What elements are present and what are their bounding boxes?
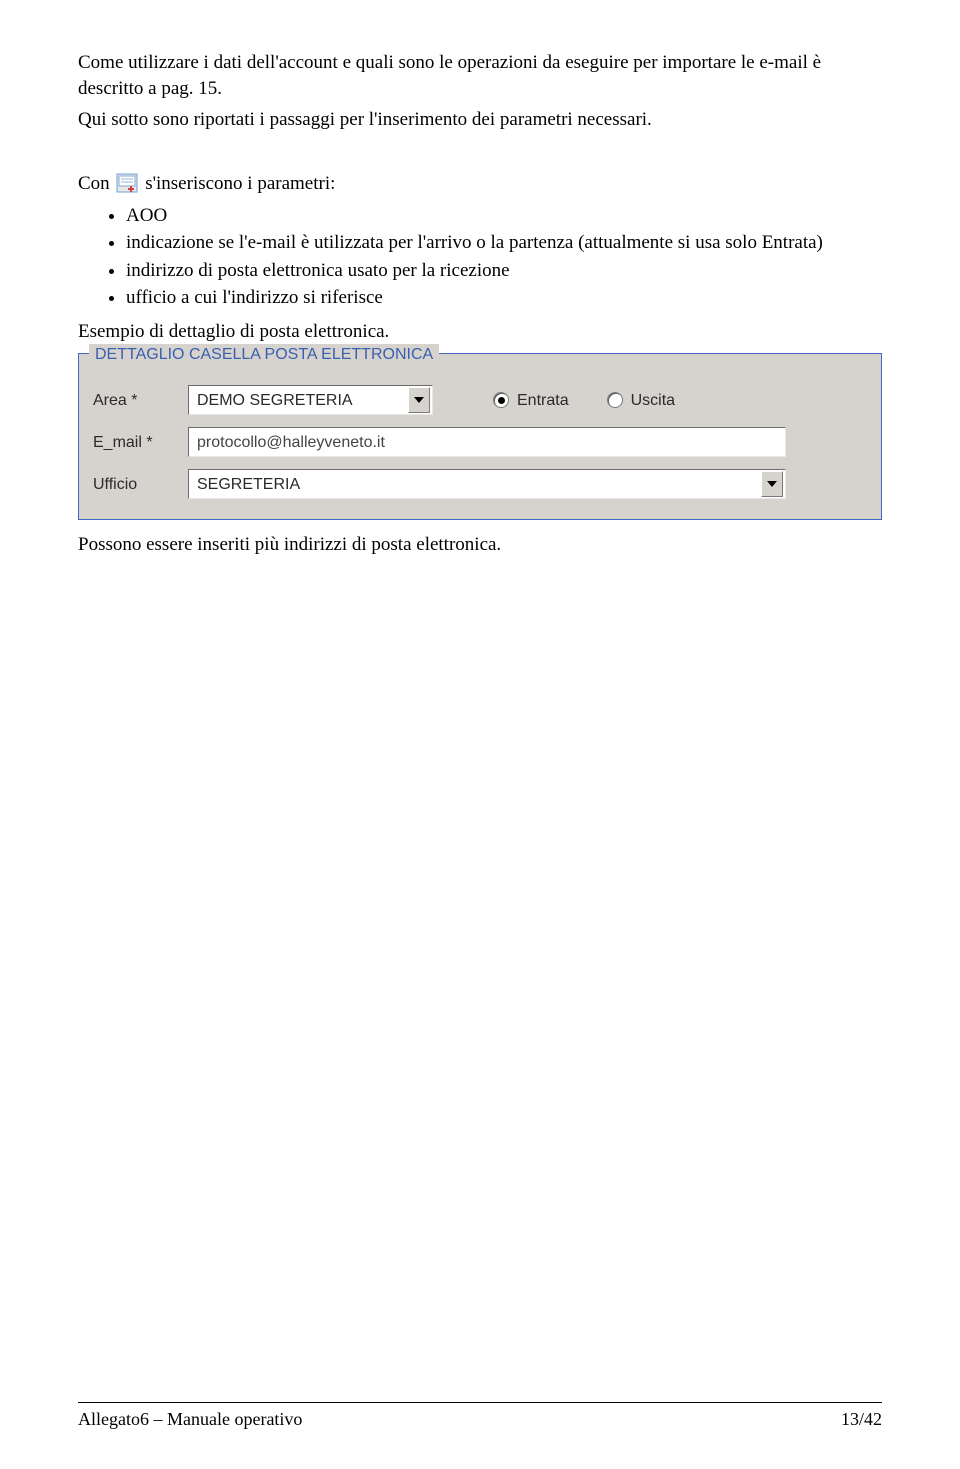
row-ufficio: Ufficio SEGRETERIA [79,463,881,505]
new-row-icon [116,173,138,193]
radio-entrata-label: Entrata [517,390,569,412]
params-suffix: s'inseriscono i parametri: [145,173,335,194]
bullet-aoo: AOO [126,203,882,229]
example-intro: Esempio di dettaglio di posta elettronic… [78,319,882,345]
dropdown-arrow-icon[interactable] [761,471,783,497]
footer-left: Allegato6 – Manuale operativo [78,1407,302,1431]
intro-paragraph-1: Come utilizzare i dati dell'account e qu… [78,50,882,101]
panel-title: DETTAGLIO CASELLA POSTA ELETTRONICA [89,344,439,366]
radio-dot-icon [607,392,623,408]
closing-paragraph: Possono essere inseriti più indirizzi di… [78,532,882,558]
params-bullets: AOO indicazione se l'e-mail è utilizzata… [78,203,882,312]
radio-uscita-label: Uscita [631,390,675,412]
detail-panel: DETTAGLIO CASELLA POSTA ELETTRONICA Area… [78,353,882,521]
row-email: E_mail * protocollo@halleyveneto.it [79,421,881,463]
area-select-value: DEMO SEGRETERIA [197,390,353,412]
radio-dot-icon [493,392,509,408]
intro-paragraph-2: Qui sotto sono riportati i passaggi per … [78,107,882,133]
email-value: protocollo@halleyveneto.it [197,432,385,454]
footer-right: 13/42 [841,1407,882,1431]
radio-uscita[interactable]: Uscita [607,390,675,412]
direction-radio-group: Entrata Uscita [493,390,675,412]
bullet-ufficio: ufficio a cui l'indirizzo si riferisce [126,285,882,311]
label-email: E_mail * [93,432,188,454]
row-area: Area * DEMO SEGRETERIA Entrata Uscita [79,379,881,421]
intro-text-1b: Qui sotto sono riportati i passaggi per … [78,109,652,130]
bullet-indirizzo: indirizzo di posta elettronica usato per… [126,258,882,284]
params-prefix: Con [78,173,110,194]
bullet-indicazione: indicazione se l'e-mail è utilizzata per… [126,230,882,256]
radio-entrata[interactable]: Entrata [493,390,569,412]
email-field[interactable]: protocollo@halleyveneto.it [188,427,786,457]
area-select[interactable]: DEMO SEGRETERIA [188,385,433,415]
intro-text-1a: Come utilizzare i dati dell'account e qu… [78,52,821,99]
label-ufficio: Ufficio [93,474,188,496]
dropdown-arrow-icon[interactable] [408,387,430,413]
page-footer: Allegato6 – Manuale operativo 13/42 [78,1402,882,1431]
ufficio-select[interactable]: SEGRETERIA [188,469,786,499]
params-intro: Con s'inseriscono i parametri: [78,171,882,197]
ufficio-select-value: SEGRETERIA [197,474,300,496]
label-area: Area * [93,390,188,412]
